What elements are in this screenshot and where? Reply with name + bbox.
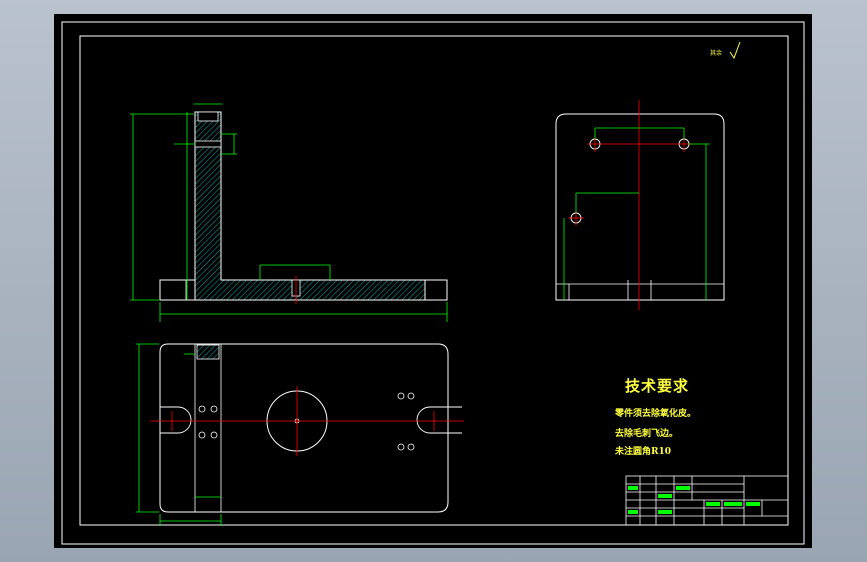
- side-view-dimensions: [563, 127, 710, 300]
- side-view[interactable]: [555, 100, 725, 310]
- top-view-outline: [159, 343, 449, 513]
- technical-requirement-line-3: 未注圆角R10: [615, 447, 672, 457]
- top-view-left-u-slot: [160, 406, 192, 434]
- sheet-outer-frame: [61, 21, 805, 545]
- top-view-dimensions: [136, 343, 222, 526]
- technical-requirement-line-2: 去除毛刺飞边。: [615, 429, 679, 439]
- drawing-svg: [61, 21, 805, 545]
- cad-viewport[interactable]: 其余 技术要求 零件须去除氧化皮。 去除毛刺飞边。 未注圆角R10: [0, 0, 867, 562]
- side-view-centerlines: [568, 100, 692, 310]
- side-view-outline: [555, 113, 725, 301]
- roughness-note: 其余: [710, 50, 723, 57]
- front-view[interactable]: [130, 103, 448, 322]
- top-view-right-u-slot: [416, 406, 462, 434]
- drawing-canvas[interactable]: 其余 技术要求 零件须去除氧化皮。 去除毛刺飞边。 未注圆角R10: [54, 14, 812, 548]
- top-view-upright-block: [194, 343, 222, 513]
- top-view[interactable]: [136, 343, 464, 526]
- top-view-centerlines: [150, 386, 464, 456]
- front-view-hatched-section: [194, 111, 426, 301]
- technical-requirement-line-1: 零件须去除氧化皮。: [615, 409, 697, 419]
- title-block[interactable]: [625, 475, 789, 526]
- roughness-symbol: [729, 41, 741, 60]
- front-view-top-slot: [197, 111, 219, 122]
- technical-requirements-title: 技术要求: [625, 377, 690, 395]
- top-view-hatched-rib: [196, 344, 220, 360]
- top-view-small-holes: [198, 392, 415, 451]
- front-view-side-hole: [194, 140, 222, 148]
